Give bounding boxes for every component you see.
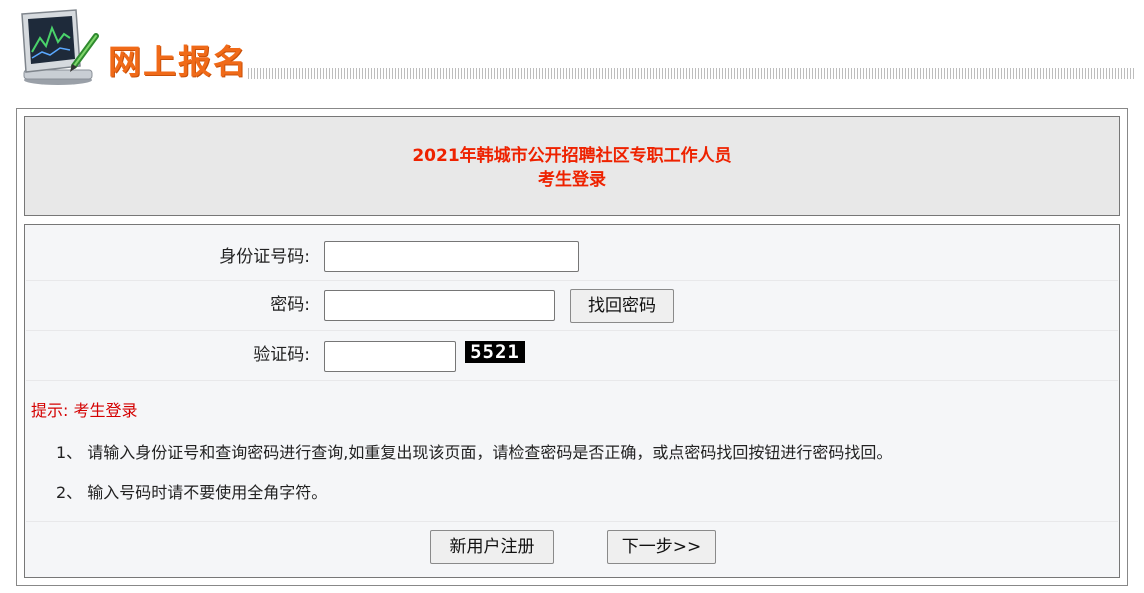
captcha-input[interactable]	[324, 341, 456, 372]
tip-item-2: 2、 输入号码时请不要使用全角字符。	[56, 483, 328, 502]
register-button[interactable]: 新用户注册	[430, 530, 554, 564]
page-header: 网上报名	[0, 0, 1144, 92]
id-label: 身份证号码:	[219, 247, 310, 267]
password-input[interactable]	[324, 290, 555, 321]
page-title: 网上报名	[108, 42, 248, 81]
captcha-image[interactable]: 5521	[465, 341, 525, 363]
form-row-actions: 新用户注册 下一步>>	[26, 521, 1118, 572]
captcha-label: 验证码:	[253, 345, 310, 365]
tip-heading: 提示: 考生登录	[31, 401, 138, 420]
next-step-button[interactable]: 下一步>>	[607, 530, 716, 564]
exam-subtitle: 考生登录	[538, 170, 606, 190]
form-row-password: 密码: 找回密码	[26, 281, 1118, 331]
login-form: 身份证号码: 密码: 找回密码 验证码: 5521 提示: 考生登录 1、 请输…	[24, 224, 1120, 578]
password-label: 密码:	[270, 295, 310, 315]
form-row-id: 身份证号码:	[26, 225, 1118, 281]
recover-password-button[interactable]: 找回密码	[570, 289, 674, 323]
tip-item-1: 1、 请输入身份证号和查询密码进行查询,如重复出现该页面，请检查密码是否正确，或…	[56, 443, 893, 462]
form-row-captcha: 验证码:	[26, 331, 1118, 381]
exam-title-panel: 2021年韩城市公开招聘社区专职工作人员 考生登录	[24, 116, 1120, 216]
id-number-input[interactable]	[324, 241, 579, 272]
header-divider	[248, 68, 1136, 79]
monitor-chart-icon	[21, 9, 99, 85]
exam-title: 2021年韩城市公开招聘社区专职工作人员	[412, 146, 732, 166]
